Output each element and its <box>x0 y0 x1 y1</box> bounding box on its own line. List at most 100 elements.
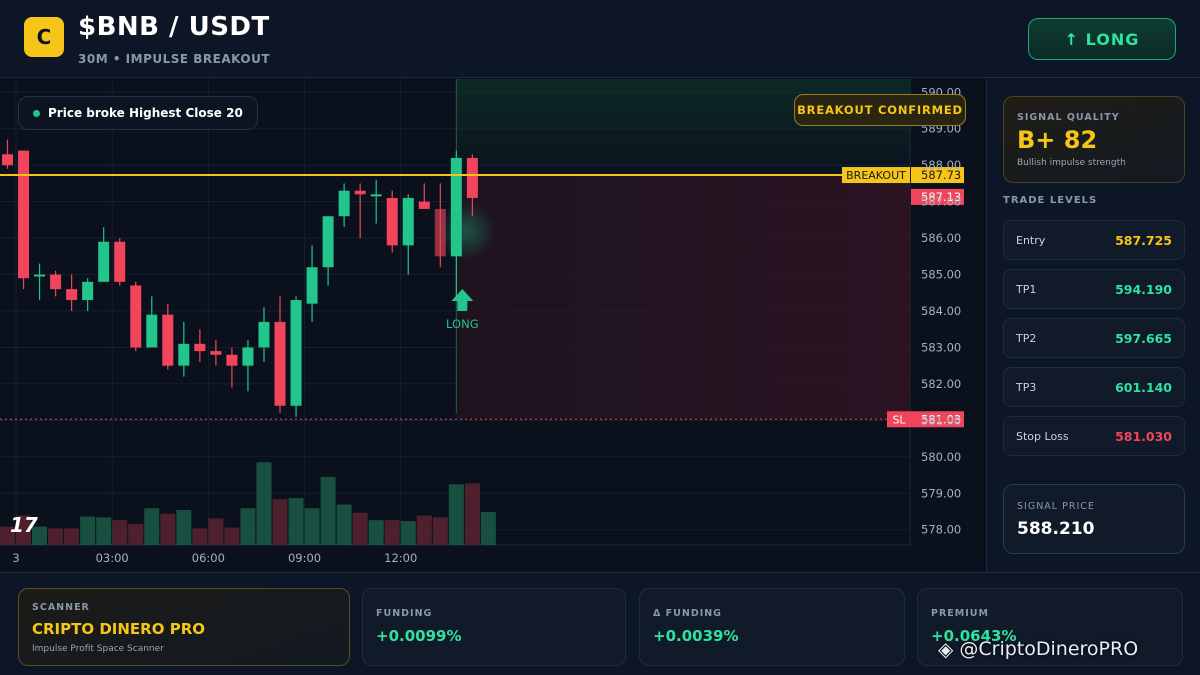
candle-up <box>290 300 302 406</box>
candle-down <box>434 208 446 257</box>
tradingview-logo[interactable]: 17 <box>10 513 46 537</box>
scanner-label: SCANNER <box>32 602 90 613</box>
level-label: TP3 <box>1016 381 1037 394</box>
signal-panel: SIGNAL QUALITY B+ 82 Bullish impulse str… <box>986 79 1200 572</box>
volume-bar <box>256 462 272 545</box>
volume-bar <box>208 518 224 545</box>
pair-title: $BNB / USDT <box>78 12 270 42</box>
signal-price-card: SIGNAL PRICE 588.210 <box>1003 484 1185 554</box>
signal-quality-subtitle: Bullish impulse strength <box>1017 158 1126 168</box>
candle-up <box>258 321 270 348</box>
volume-bar <box>352 512 368 545</box>
trade-zones <box>436 79 910 420</box>
candle-up <box>322 216 334 268</box>
long-signal-label: LONG <box>446 317 479 331</box>
volume-bar <box>480 511 496 545</box>
time-tick-label: 06:00 <box>192 551 225 565</box>
volume-bar <box>336 504 352 545</box>
volume-bar <box>400 521 416 545</box>
breakout-note: Price broke Highest Close 20 <box>18 96 258 130</box>
scanner-card: SCANNER CRIPTO DINERO PRO Impulse Profit… <box>18 588 350 666</box>
price-tick-label: 582.00 <box>921 377 961 391</box>
watermark: ◈ @CriptoDineroPRO <box>938 636 1138 662</box>
volume-bar <box>448 484 464 545</box>
signal-quality-label: SIGNAL QUALITY <box>1017 112 1120 123</box>
volume-bar <box>272 499 288 545</box>
delta-funding-card: Δ FUNDING +0.0039% <box>639 588 905 666</box>
candle-up <box>82 281 94 301</box>
signal-price-label: SIGNAL PRICE <box>1017 501 1095 512</box>
candle-down <box>386 198 398 246</box>
level-label: TP2 <box>1016 332 1037 345</box>
volume-bar <box>144 508 160 545</box>
candles <box>2 139 478 417</box>
volume-bar <box>288 498 304 545</box>
volume-bar <box>368 520 384 545</box>
candle-up <box>450 157 462 257</box>
candle-down <box>50 274 62 290</box>
level-value: 581.030 <box>1115 429 1172 444</box>
chart-canvas[interactable]: BREAKOUT 587.73587.13SL 581.03LONG 590.005… <box>0 79 986 572</box>
level-row-stop-loss: Stop Loss 581.030 <box>1003 416 1185 456</box>
long-button[interactable]: ↑ LONG <box>1028 18 1176 60</box>
candle-down <box>466 157 478 198</box>
level-row-entry: Entry 587.725 <box>1003 220 1185 260</box>
candle-up <box>178 343 190 366</box>
candle-up <box>338 190 350 217</box>
volume-bar <box>64 528 80 545</box>
volume-bar <box>160 513 176 545</box>
price-chart[interactable]: BREAKOUT 587.73 587.13 SL 581.03 LONG 590.00 5… <box>0 79 986 572</box>
candle-down <box>418 201 430 209</box>
price-tick-label: 588.00 <box>921 158 961 172</box>
candle-down <box>114 241 126 282</box>
candle-down <box>162 314 174 366</box>
candle-down <box>194 343 206 352</box>
timeframe-subtitle: 30M • IMPULSE BREAKOUT <box>78 52 271 66</box>
candle-up <box>98 241 110 282</box>
breakout-tag-label: BREAKOUT <box>846 169 906 182</box>
candle-down <box>18 150 30 279</box>
breakout-note-text: Price broke Highest Close 20 <box>48 106 243 120</box>
candle-down <box>130 285 142 348</box>
volume-bar <box>384 520 400 545</box>
volume-bar <box>96 517 112 545</box>
candle-up <box>34 274 46 277</box>
price-tick-label: 580.00 <box>921 450 961 464</box>
scanner-subtitle: Impulse Profit Space Scanner <box>32 644 164 654</box>
volume-bar <box>80 516 96 545</box>
volume-bar <box>176 510 192 545</box>
price-tick-label: 583.00 <box>921 340 961 354</box>
level-row-tp1: TP1 594.190 <box>1003 269 1185 309</box>
candle-down <box>274 321 286 406</box>
funding-label: FUNDING <box>376 608 433 619</box>
time-tick-label: 09:00 <box>288 551 321 565</box>
price-tick-label: 587.00 <box>921 195 961 209</box>
level-value: 594.190 <box>1115 282 1172 297</box>
volume-bar <box>240 508 256 545</box>
volume-bar <box>192 528 208 545</box>
time-tick-label: 03:00 <box>96 551 129 565</box>
funding-value: +0.0099% <box>376 627 462 645</box>
time-tick-label: 12:00 <box>384 551 417 565</box>
signal-quality-card: SIGNAL QUALITY B+ 82 Bullish impulse str… <box>1003 96 1185 183</box>
price-tick-label: 584.00 <box>921 304 961 318</box>
candle-down <box>226 354 238 366</box>
signal-price-value: 588.210 <box>1017 519 1095 539</box>
delta-funding-value: +0.0039% <box>653 627 739 645</box>
breakout-confirmed-badge: BREAKOUT CONFIRMED <box>794 94 966 126</box>
volume-bar <box>304 508 320 545</box>
candle-down <box>210 351 222 355</box>
volume-bar <box>224 527 240 545</box>
level-label: Entry <box>1016 234 1046 247</box>
header-bar: C $BNB / USDT 30M • IMPULSE BREAKOUT ↑ L… <box>0 0 1200 78</box>
volume-bar <box>112 520 128 545</box>
time-axis: 3 03:00 06:00 09:00 12:00 <box>12 551 417 565</box>
price-tick-label: 585.00 <box>921 268 961 282</box>
price-tick-label: 578.00 <box>921 523 961 537</box>
volume-bar <box>432 517 448 545</box>
trade-levels-title: TRADE LEVELS <box>1003 195 1098 206</box>
level-value: 597.665 <box>1115 331 1172 346</box>
candle-up <box>306 267 318 304</box>
status-dot-icon <box>33 109 40 117</box>
level-value: 601.140 <box>1115 380 1172 395</box>
